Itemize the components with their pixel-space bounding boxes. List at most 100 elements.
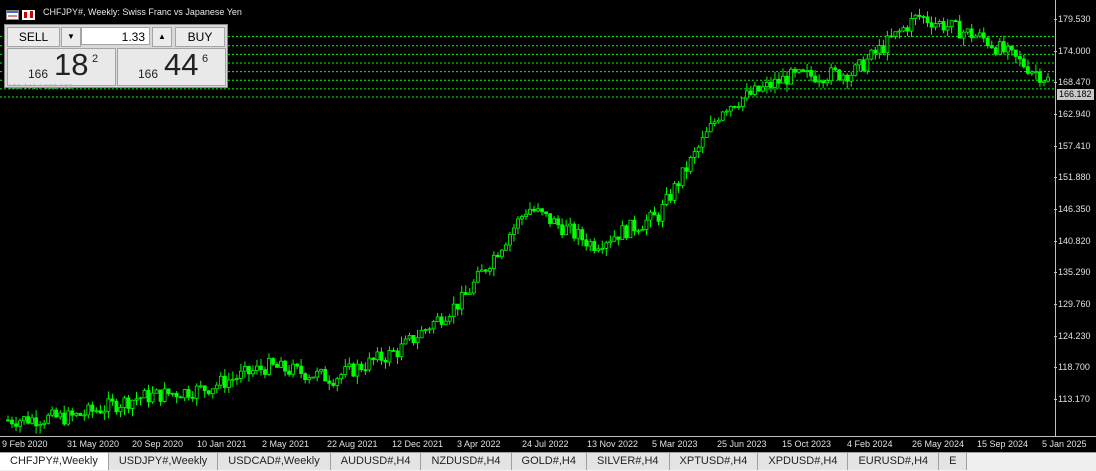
candle-body [106,398,111,412]
candle-body [921,16,926,18]
chart-window-icon [6,7,19,20]
price-tick: 113.170 [1054,393,1090,404]
candle-body [1005,45,1010,53]
candle-body [628,219,633,239]
candle-body [391,350,396,352]
candle-body [969,28,974,39]
candle-body [765,81,769,88]
candle-body [134,398,139,401]
candle-body [608,240,613,244]
candle-body [973,35,978,39]
chart-tab[interactable]: NZDUSD#,H4 [421,453,512,470]
chart-tab[interactable]: GOLD#,H4 [511,453,587,470]
candle-body [769,81,773,88]
lot-decrease-button[interactable]: ▼ [61,27,81,47]
candle-body [351,363,356,377]
candle-body [889,35,894,38]
candle-body [447,316,452,322]
time-tick: 15 Sep 2024 [977,439,1029,449]
candle-body [206,390,211,395]
ask-price-box[interactable]: 166 44 6 [117,47,226,86]
candle-body [10,419,14,425]
price-tick: 124.230 [1054,330,1091,341]
chart-area[interactable]: CHFJPY#, Weekly: Swiss Franc vs Japanese… [0,0,1055,436]
candle-body [708,123,713,133]
candle-body [190,396,195,399]
candle-body [656,214,661,222]
chart-tab[interactable]: E [939,453,968,470]
candle-body [724,110,729,113]
candle-body [556,218,561,226]
time-tick: 26 May 2024 [912,439,965,449]
candle-body [536,208,540,212]
candle-body [487,268,492,272]
time-tick: 15 Oct 2023 [782,439,832,449]
candle-body [1034,71,1038,74]
candle-body [283,360,287,372]
candle-body [1046,76,1050,82]
chart-tab[interactable]: AUDUSD#,H4 [330,453,422,470]
candle-body [917,14,922,17]
candle-body [30,417,34,424]
candle-body [640,229,645,232]
candle-body [42,422,47,425]
chart-tab[interactable]: USDCAD#,Weekly [218,453,331,470]
candle-body [801,69,805,72]
candle-body [965,28,970,33]
candle-body [564,225,569,236]
candle-body [327,380,332,384]
chart-tab[interactable]: XPTUSD#,H4 [669,453,759,470]
time-tick: 22 Aug 2021 [327,439,378,449]
candle-body [371,357,376,361]
candle-body [439,316,444,325]
candle-body [532,208,536,212]
candle-body [732,106,737,108]
candle-body [1017,56,1022,60]
candle-body [897,30,902,33]
time-tick: 9 Feb 2020 [2,439,48,449]
candle-body [648,211,653,221]
candle-body [435,316,440,322]
candle-body [74,413,79,416]
candle-body [411,335,416,344]
candle-body [479,269,484,272]
candle-body [925,16,930,24]
candle-body [821,80,826,84]
lot-size-input[interactable]: 1.33 [81,27,150,45]
candle-body [1013,49,1018,57]
chart-tab[interactable]: SILVER#,H4 [586,453,670,470]
candle-body [186,389,191,398]
time-tick: 5 Mar 2023 [652,439,698,449]
lot-increase-button[interactable]: ▲ [152,27,172,47]
candle-body [793,68,797,73]
price-tick: 118.700 [1054,362,1090,373]
candle-body [162,388,167,402]
bid-price-box[interactable]: 166 18 2 [7,47,116,86]
candle-body [331,382,336,386]
chart-tab[interactable]: USDJPY#,Weekly [108,453,219,470]
candle-body [491,254,496,270]
candle-body [230,378,235,381]
candle-body [395,350,400,358]
chart-tab[interactable]: EURUSD#,H4 [848,453,940,470]
candle-body [419,329,424,339]
candle-body [291,363,295,375]
candle-body [805,69,809,72]
candle-body [339,374,344,380]
sell-button[interactable]: SELL [7,27,60,47]
chart-tab[interactable]: XPDUSD#,H4 [758,453,849,470]
candle-body [981,32,986,39]
candle-body [158,389,163,402]
chart-tab[interactable]: CHFJPY#,Weekly [0,453,109,470]
candle-body [1022,58,1026,68]
candle-body [508,234,512,246]
candle-body [929,22,934,28]
candle-body [668,193,673,201]
buy-button[interactable]: BUY [175,27,225,47]
candle-body [415,337,420,344]
price-tick: 162.940 [1054,108,1091,119]
candle-body [347,363,352,367]
price-axis[interactable]: 179.530 174.000 168.470 162.940 157.410 151.8… [1054,0,1096,436]
chart-title: CHFJPY#, Weekly: Swiss Franc vs Japanese… [43,7,242,17]
time-axis[interactable]: 9 Feb 2020 31 May 2020 20 Sep 2020 10 Jan 2… [0,436,1096,453]
